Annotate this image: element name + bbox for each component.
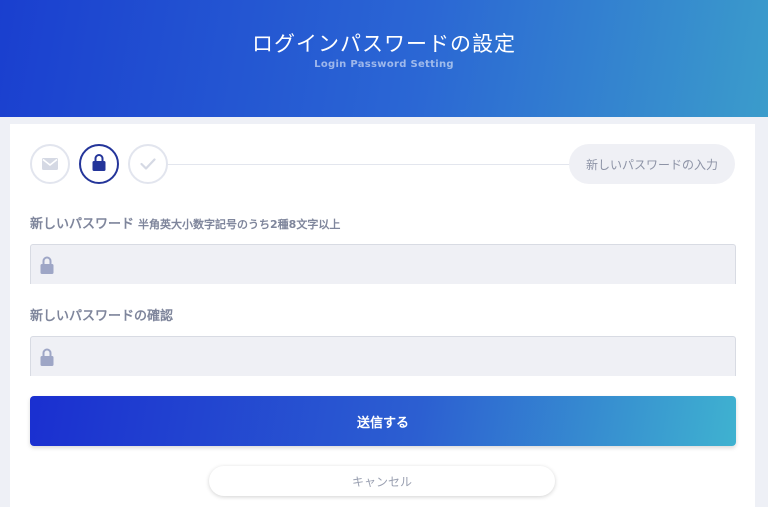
mail-icon bbox=[42, 155, 58, 174]
confirm-password-field[interactable] bbox=[30, 336, 736, 376]
new-password-field[interactable] bbox=[30, 244, 736, 284]
new-password-label: 新しいパスワード 半角英大小数字記号のうち2種8文字以上 bbox=[30, 213, 340, 232]
step-email bbox=[30, 144, 70, 184]
lock-icon bbox=[40, 256, 54, 278]
page-header: ログインパスワードの設定 Login Password Setting bbox=[0, 0, 768, 117]
cancel-button[interactable]: キャンセル bbox=[209, 466, 555, 496]
step-password bbox=[79, 144, 119, 184]
form-card: 新しいパスワードの入力 新しいパスワード 半角英大小数字記号のうち2種8文字以上 … bbox=[10, 124, 755, 507]
stepper-line bbox=[160, 164, 580, 165]
lock-icon bbox=[40, 348, 54, 370]
new-password-input[interactable] bbox=[67, 245, 727, 283]
lock-icon bbox=[92, 153, 106, 175]
check-icon bbox=[140, 155, 156, 174]
confirm-password-input[interactable] bbox=[67, 337, 727, 375]
new-password-label-text: 新しいパスワード bbox=[30, 217, 135, 232]
current-step-label: 新しいパスワードの入力 bbox=[569, 144, 735, 184]
password-requirement-hint: 半角英大小数字記号のうち2種8文字以上 bbox=[138, 218, 341, 231]
confirm-password-label: 新しいパスワードの確認 bbox=[30, 309, 174, 324]
page-subtitle: Login Password Setting bbox=[314, 59, 454, 70]
stepper: 新しいパスワードの入力 bbox=[10, 124, 755, 204]
page-title: ログインパスワードの設定 bbox=[252, 32, 516, 56]
step-complete bbox=[128, 144, 168, 184]
submit-button[interactable]: 送信する bbox=[30, 396, 736, 446]
